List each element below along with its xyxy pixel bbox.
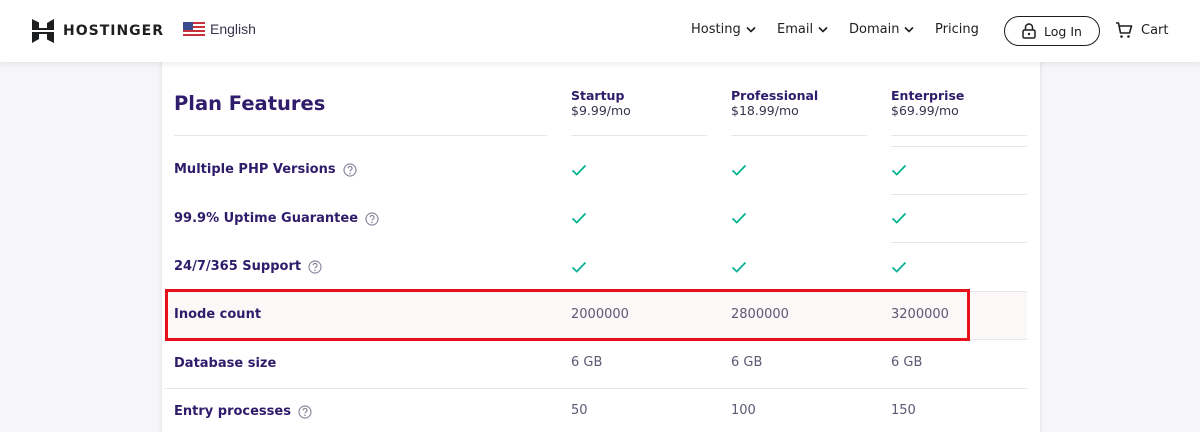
feature-row-label: 24/7/365 Support xyxy=(174,259,322,274)
chevron-down-icon xyxy=(746,26,756,33)
divider xyxy=(891,242,1027,243)
plan-name: Enterprise xyxy=(891,88,965,103)
divider xyxy=(731,135,867,136)
feature-value: 50 xyxy=(571,403,588,418)
feature-name: Database size xyxy=(174,356,277,371)
nav-hosting[interactable]: Hosting xyxy=(691,22,756,37)
check-icon xyxy=(571,164,587,176)
question-mark-icon[interactable] xyxy=(308,259,322,274)
check-icon xyxy=(731,261,747,273)
nav-domain[interactable]: Domain xyxy=(849,22,915,37)
plan-header-professional: Professional $18.99/mo xyxy=(731,88,818,118)
question-mark-icon[interactable] xyxy=(365,211,379,226)
plan-header-startup: Startup $9.99/mo xyxy=(571,88,631,118)
nav-email-label: Email xyxy=(777,22,814,37)
us-flag-icon xyxy=(183,22,205,36)
check-icon xyxy=(891,261,907,273)
plan-name: Professional xyxy=(731,88,819,103)
divider xyxy=(891,146,1027,147)
check-icon xyxy=(571,261,587,273)
language-selector[interactable]: English xyxy=(183,21,256,37)
cart-icon xyxy=(1116,22,1133,38)
hostinger-logo[interactable]: HOSTINGER xyxy=(32,19,164,43)
feature-row-label: Entry processes xyxy=(174,404,312,419)
chevron-down-icon xyxy=(818,26,828,33)
question-mark-icon[interactable] xyxy=(298,404,312,419)
cart-label: Cart xyxy=(1141,22,1169,38)
hostinger-logo-icon xyxy=(32,19,54,43)
feature-value: 150 xyxy=(891,403,916,418)
top-navbar: HOSTINGER English Hosting Email Domain P… xyxy=(0,0,1200,62)
check-icon xyxy=(571,212,587,224)
divider xyxy=(174,135,547,136)
chevron-down-icon xyxy=(904,26,915,33)
feature-value: 6 GB xyxy=(731,355,763,370)
plan-price: $9.99/mo xyxy=(571,103,631,118)
plan-price: $18.99/mo xyxy=(731,103,799,118)
nav-pricing-label: Pricing xyxy=(935,22,979,37)
brand-name: HOSTINGER xyxy=(63,23,165,39)
feature-row-label: 99.9% Uptime Guarantee xyxy=(174,211,379,226)
check-icon xyxy=(891,212,907,224)
feature-name: Entry processes xyxy=(174,404,291,419)
login-button[interactable]: Log In xyxy=(1004,16,1100,46)
lock-icon xyxy=(1022,23,1036,39)
check-icon xyxy=(731,212,747,224)
divider xyxy=(571,135,707,136)
feature-name: 99.9% Uptime Guarantee xyxy=(174,211,359,226)
feature-row-label: Database size xyxy=(174,356,276,371)
plan-name: Startup xyxy=(571,88,625,103)
feature-row-label: Multiple PHP Versions xyxy=(174,162,357,177)
nav-hosting-label: Hosting xyxy=(691,22,741,37)
nav-pricing[interactable]: Pricing xyxy=(935,22,979,37)
question-mark-icon[interactable] xyxy=(342,162,357,177)
divider xyxy=(164,388,1027,389)
divider xyxy=(891,135,1027,136)
nav-domain-label: Domain xyxy=(849,22,900,37)
cart-link[interactable]: Cart xyxy=(1115,21,1169,39)
feature-value: 6 GB xyxy=(891,355,923,370)
plan-price: $69.99/mo xyxy=(891,103,959,118)
check-icon xyxy=(891,164,907,176)
feature-name: 24/7/365 Support xyxy=(174,259,302,274)
language-label: English xyxy=(210,21,256,37)
login-label: Log In xyxy=(1044,23,1082,39)
feature-name: Multiple PHP Versions xyxy=(174,162,336,177)
divider xyxy=(891,194,1027,195)
check-icon xyxy=(731,164,747,176)
feature-value: 100 xyxy=(731,403,756,418)
feature-value: 6 GB xyxy=(571,355,603,370)
highlight-annotation-box xyxy=(165,289,970,341)
table-title: Plan Features xyxy=(174,92,326,115)
nav-email[interactable]: Email xyxy=(777,22,828,37)
plan-header-enterprise: Enterprise $69.99/mo xyxy=(891,88,964,118)
